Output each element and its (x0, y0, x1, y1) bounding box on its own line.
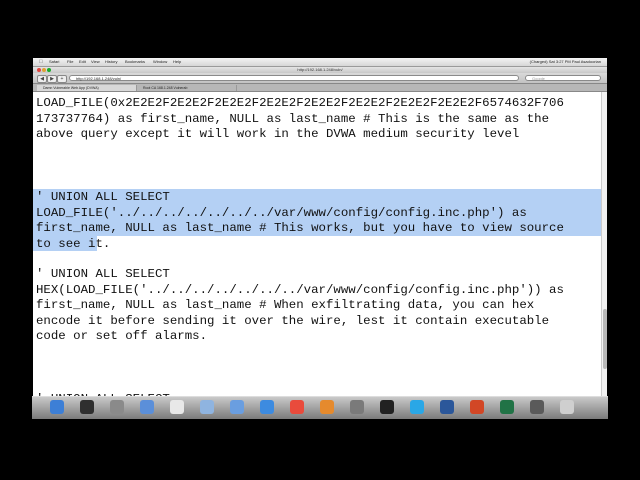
system-preferences-icon[interactable] (350, 400, 364, 414)
address-bar[interactable]: http://192.168.1.248/vuln/ (69, 75, 519, 81)
dock (32, 396, 608, 419)
finder-icon[interactable] (50, 400, 64, 414)
safari-icon[interactable] (260, 400, 274, 414)
scrollbar-thumb[interactable] (603, 309, 607, 369)
menu-status: (Charged) Sat 3:27 PM Paul Asadoorian (529, 59, 601, 64)
preview-icon[interactable] (200, 400, 214, 414)
zoom-icon[interactable] (47, 68, 51, 72)
menu-view[interactable]: View (91, 58, 100, 66)
screen:  Safari File Edit View History Bookmark… (33, 58, 607, 418)
text-block-hex-loadfile: LOAD_FILE(0x2E2E2F2E2E2F2E2E2F2E2E2F2E2E… (36, 96, 564, 141)
tab-bar: Damn Vulnerable Web App (DVWA) Root CA 1… (33, 84, 607, 92)
tab-second[interactable]: Root CA 168.1.248 Vulnerab (137, 85, 237, 91)
menu-help[interactable]: Help (173, 58, 181, 66)
browser-toolbar: ◀ ▶ + http://192.168.1.248/vuln/ Google (33, 73, 607, 84)
close-icon[interactable] (37, 68, 41, 72)
search-field[interactable]: Google (525, 75, 601, 81)
page-content: LOAD_FILE(0x2E2E2F2E2E2F2E2E2F2E2E2F2E2E… (33, 92, 601, 416)
minimize-icon[interactable] (42, 68, 46, 72)
powerpoint-icon[interactable] (470, 400, 484, 414)
add-bookmark-icon[interactable]: + (57, 75, 67, 83)
firefox-icon[interactable] (320, 400, 334, 414)
window-title: http://192.168.1.248/vuln/ (297, 67, 343, 72)
mail-icon[interactable] (140, 400, 154, 414)
excel-icon[interactable] (500, 400, 514, 414)
tab-dvwa[interactable]: Damn Vulnerable Web App (DVWA) (37, 85, 137, 91)
menu-history[interactable]: History (105, 58, 117, 66)
vertical-scrollbar[interactable] (601, 92, 607, 416)
text-block-hex-exfiltration: ' UNION ALL SELECT HEX(LOAD_FILE('../../… (36, 267, 564, 343)
apple-menu-icon[interactable]:  (39, 58, 43, 66)
menu-edit[interactable]: Edit (79, 58, 86, 66)
launchpad-icon[interactable] (110, 400, 124, 414)
chrome-icon[interactable] (290, 400, 304, 414)
vmware-icon[interactable] (530, 400, 544, 414)
back-icon[interactable]: ◀ (37, 75, 47, 83)
text-block-loadfile-config[interactable]: ' UNION ALL SELECT LOAD_FILE('../../../.… (36, 190, 564, 252)
skype-icon[interactable] (410, 400, 424, 414)
menu-window[interactable]: Window (153, 58, 167, 66)
menu-bar:  Safari File Edit View History Bookmark… (33, 58, 607, 67)
trash-icon[interactable] (560, 400, 574, 414)
dashboard-icon[interactable] (80, 400, 94, 414)
menu-safari[interactable]: Safari (49, 58, 59, 66)
menu-file[interactable]: File (67, 58, 73, 66)
ical-icon[interactable] (170, 400, 184, 414)
itunes-icon[interactable] (230, 400, 244, 414)
menu-bookmarks[interactable]: Bookmarks (125, 58, 145, 66)
forward-icon[interactable]: ▶ (47, 75, 57, 83)
terminal-icon[interactable] (380, 400, 394, 414)
word-icon[interactable] (440, 400, 454, 414)
